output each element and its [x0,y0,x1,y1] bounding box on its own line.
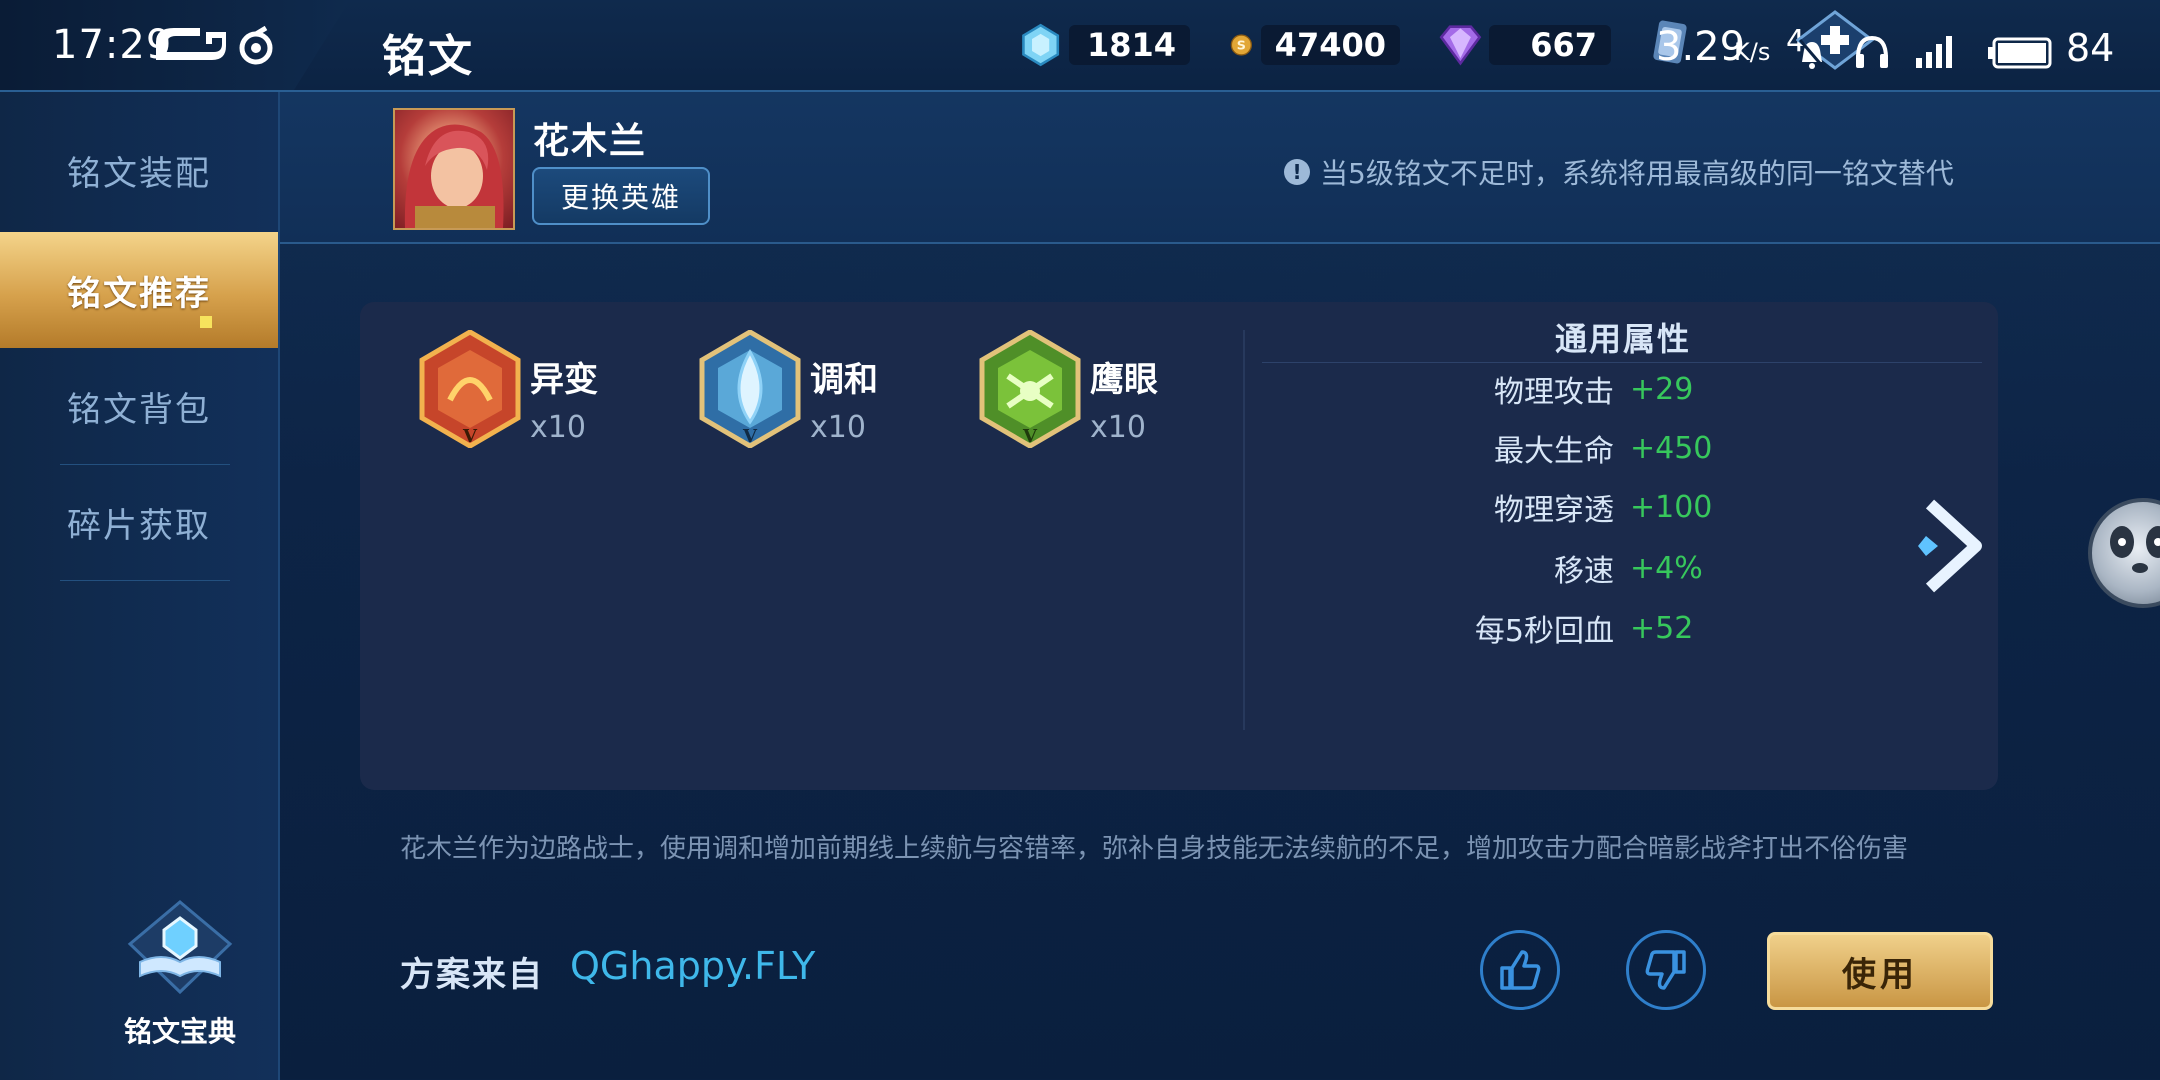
currency-diamond[interactable]: 667 [1436,20,1611,70]
blue-rune-icon: V [699,330,801,448]
sidebar-item-label: 铭文推荐 [67,273,211,314]
attribute-value: +52 [1630,610,1694,646]
rune-codex-label: 铭文宝典 [123,1015,236,1048]
panel-divider [1243,330,1245,730]
svg-text:V: V [462,426,478,447]
attribute-value: +29 [1630,371,1694,407]
rune-codex-button[interactable] [118,900,242,995]
recommendation-description: 花木兰作为边路战士，使用调和增加前期线上续航与容错率，弥补自身技能无法续航的不足… [400,834,1909,864]
replacement-notice: ! 当5级铭文不足时，系统将用最高级的同一铭文替代 [1284,152,1954,192]
use-button[interactable]: 使用 [1767,932,1993,1010]
attribute-row: 移速 +4% [1262,545,1822,591]
rune-count: x10 [810,410,866,445]
network-speed-unit: K/s [1734,38,1771,66]
attribute-row: 物理攻击 +29 [1262,366,1822,412]
svg-text:V: V [742,426,758,447]
hero-name: 花木兰 [533,121,648,162]
gold-coin-icon: S [1230,34,1252,56]
attribute-row: 物理穿透 +100 [1262,484,1822,530]
sidebar-divider [60,580,230,581]
sidebar-item-label: 碎片获取 [67,505,211,546]
notice-text: 当5级铭文不足时，系统将用最高级的同一铭文替代 [1320,157,1954,190]
rune-name: 调和 [810,360,878,400]
currency-gold[interactable]: S 47400 [1230,20,1400,70]
battery-level: 84 [2066,26,2115,70]
source-label: 方案来自 [400,955,544,995]
currency-gem[interactable]: 1814 [1020,20,1190,70]
rune-codex-book-icon [127,900,233,995]
sidebar-item-label: 铭文背包 [67,389,211,430]
rune-name: 异变 [530,360,598,400]
attribute-name: 每5秒回血 [1474,614,1614,649]
network-speed: 3.29 [1656,24,1746,70]
attribute-name: 移速 [1554,554,1614,589]
like-button[interactable] [1480,930,1560,1010]
app-notification-icon [152,22,226,76]
attribute-name: 最大生命 [1494,434,1614,469]
rune-item[interactable]: V 调和 x10 [698,330,938,450]
headset-icon [1854,34,1890,70]
red-rune-icon: V [419,330,521,448]
attribute-name: 物理穿透 [1494,493,1614,528]
hero-portrait[interactable] [393,108,515,230]
gem-crystal-icon [1022,23,1060,67]
rune-item[interactable]: V 异变 x10 [418,330,658,450]
battery-icon [1986,36,2054,70]
sidebar-item-fragments[interactable]: 碎片获取 [0,464,278,580]
sidebar-item-rune-bag[interactable]: 铭文背包 [0,348,278,464]
attribute-value: +4% [1630,550,1703,586]
rune-item[interactable]: V 鹰眼 x10 [978,330,1218,450]
new-dot-indicator [200,316,212,328]
rune-name: 鹰眼 [1090,360,1158,400]
sidebar-item-label: 铭文装配 [67,153,211,194]
diamond-amount: 667 [1488,25,1611,65]
change-hero-button[interactable]: 更换英雄 [532,167,710,225]
attributes-title: 通用属性 [1555,320,1692,358]
attribute-row: 每5秒回血 +52 [1262,605,1822,651]
mute-bell-icon [1798,38,1826,70]
diamond-icon [1439,25,1482,66]
attribute-name: 物理攻击 [1494,375,1614,410]
panda-face-icon [2110,526,2160,573]
attribute-value: +450 [1630,430,1713,466]
info-exclamation-icon: ! [1284,159,1310,185]
attributes-title-divider [1262,362,1982,363]
source-author: QGhappy.FLY [570,944,816,988]
cell-signal-icon [1912,34,1958,70]
thumbs-up-icon [1500,950,1541,990]
page-title: 铭文 [382,31,474,82]
dislike-button[interactable] [1626,930,1706,1010]
chevron-right-icon [1918,499,1982,593]
rune-count: x10 [530,410,586,445]
thumbs-down-icon [1645,950,1686,990]
svg-text:V: V [1022,426,1038,447]
green-rune-icon: V [979,330,1081,448]
next-page-arrow[interactable] [1918,498,1988,594]
sidebar-item-rune-setup[interactable]: 铭文装配 [0,112,278,228]
floating-assistant-ball[interactable] [2088,498,2160,608]
gold-amount: 47400 [1260,25,1400,65]
spiral-notification-icon [236,25,276,76]
gem-amount: 1814 [1069,25,1190,65]
attribute-row: 最大生命 +450 [1262,425,1822,471]
attribute-value: +100 [1630,489,1713,525]
svg-text:S: S [1237,38,1246,53]
rune-count: x10 [1090,410,1146,445]
sidebar-item-rune-recommend[interactable]: 铭文推荐 [0,232,278,348]
